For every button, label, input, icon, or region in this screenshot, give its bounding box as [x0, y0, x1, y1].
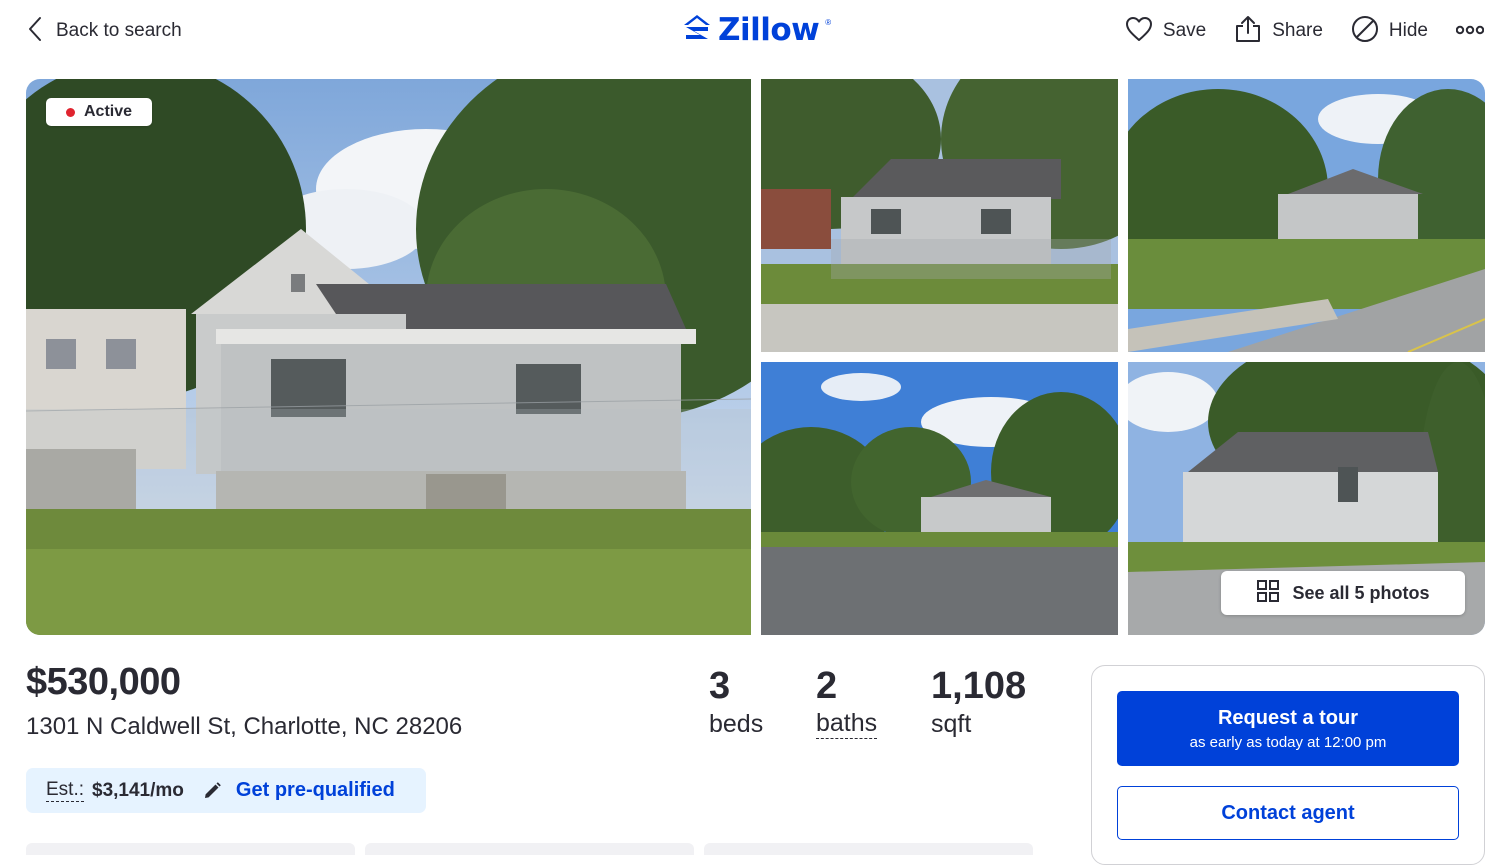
hide-icon	[1351, 15, 1379, 48]
payment-estimate-banner: Est.: $3,141/mo Get pre-qualified	[26, 768, 426, 813]
see-all-photos-label: See all 5 photos	[1292, 582, 1430, 603]
listing-address: 1301 N Caldwell St, Charlotte, NC 28206	[26, 713, 463, 740]
save-label: Save	[1162, 20, 1207, 41]
sqft-value: 1,108	[931, 665, 1027, 707]
pencil-icon[interactable]	[202, 781, 222, 801]
listing-photo-thumbnail[interactable]	[761, 362, 1118, 635]
zillow-logo-registered: ®	[825, 18, 832, 27]
status-badge-label: Active	[84, 103, 133, 120]
get-pre-qualified-link[interactable]: Get pre-qualified	[236, 779, 395, 802]
save-button[interactable]: Save	[1125, 16, 1206, 47]
status-badge: Active	[46, 98, 152, 126]
listing-photo-thumbnail[interactable]	[761, 79, 1118, 352]
zillow-logo[interactable]: Zillow ®	[682, 12, 831, 48]
contact-agent-button[interactable]: Contact agent	[1117, 786, 1459, 840]
request-tour-button[interactable]: Request a tour as early as today at 12:0…	[1117, 691, 1459, 766]
zillow-logo-mark-icon	[682, 13, 712, 48]
request-tour-subtitle: as early as today at 12:00 pm	[1189, 733, 1387, 751]
share-icon	[1234, 15, 1262, 48]
beds-value: 3	[709, 665, 731, 707]
baths-value: 2	[816, 665, 838, 707]
section-tab[interactable]	[26, 843, 355, 855]
section-tab[interactable]	[704, 843, 1033, 855]
active-status-dot	[66, 107, 75, 117]
estimate-value: $3,141/mo	[92, 779, 184, 801]
sqft-label: sqft	[931, 710, 972, 738]
back-to-search-label: Back to search	[56, 20, 182, 41]
see-all-photos-button[interactable]: See all 5 photos	[1221, 571, 1465, 615]
beds-stat: 3 beds	[709, 664, 763, 740]
grid-icon	[1256, 579, 1280, 608]
listing-photo-thumbnail[interactable]	[1128, 79, 1485, 352]
request-tour-title: Request a tour	[1217, 706, 1359, 729]
top-bar: Back to search Zillow ® Save Share Hide	[0, 0, 1512, 62]
share-label: Share	[1272, 20, 1323, 41]
baths-stat[interactable]: 2 baths	[816, 664, 878, 739]
hide-label: Hide	[1388, 20, 1428, 41]
listing-price: $530,000	[26, 661, 181, 703]
heart-icon	[1125, 16, 1153, 47]
back-to-search-link[interactable]: Back to search	[28, 14, 182, 48]
sqft-stat: 1,108 sqft	[931, 664, 1026, 740]
share-button[interactable]: Share	[1234, 15, 1323, 48]
beds-label: beds	[709, 710, 764, 738]
listing-actions: Save Share Hide	[1125, 14, 1485, 48]
main-listing-photo[interactable]	[26, 79, 751, 635]
hide-button[interactable]: Hide	[1351, 15, 1428, 48]
more-horizontal-icon	[1455, 22, 1485, 40]
baths-label[interactable]: baths	[816, 708, 878, 739]
zillow-logo-text: Zillow	[718, 12, 820, 48]
section-tab[interactable]	[365, 843, 694, 855]
chevron-left-icon	[28, 16, 42, 47]
more-options-button[interactable]	[1455, 22, 1485, 40]
estimate-label[interactable]: Est.:	[46, 779, 85, 802]
